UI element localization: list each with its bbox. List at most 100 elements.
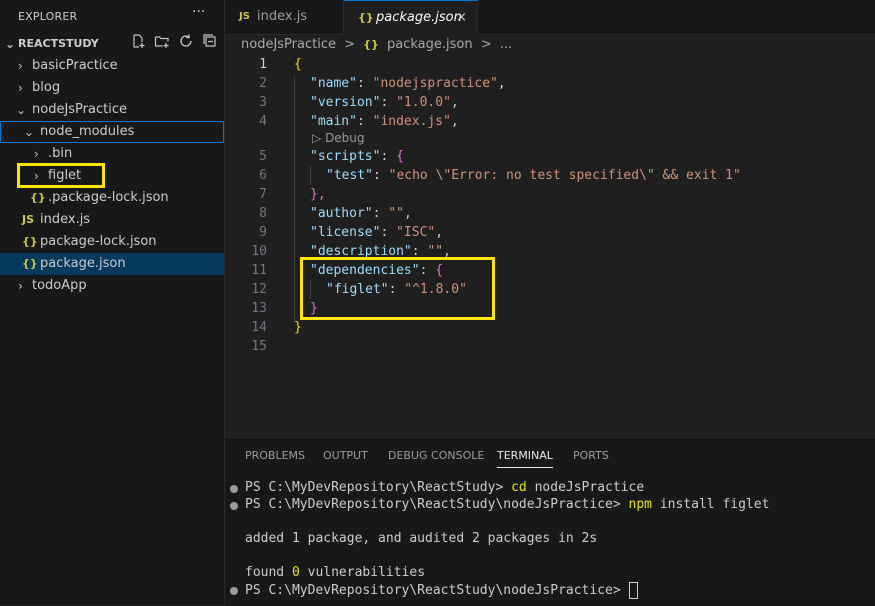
tree-file-hidden-package-lock[interactable]: {} .package-lock.json: [0, 187, 224, 209]
tree-label: nodeJsPractice: [32, 102, 127, 117]
panel-tab-problems[interactable]: PROBLEMS: [245, 449, 305, 467]
line-number: 8: [259, 206, 267, 221]
close-icon[interactable]: ×: [456, 1, 467, 35]
debug-codelens[interactable]: ▷ Debug: [312, 131, 365, 145]
json-value: "nodejspractice": [372, 76, 498, 91]
line-number: 5: [259, 149, 267, 164]
code-line: },: [310, 187, 326, 202]
json-file-icon: {}: [22, 257, 38, 270]
tree-label: .bin: [48, 146, 73, 161]
explorer-sidebar: EXPLORER ··· ⌄ REACTSTUDY › basicPractic…: [0, 0, 225, 605]
punct: ,: [450, 114, 459, 129]
vulnerability-count: 0: [291, 565, 300, 580]
code-line: "test": "echo \"Error: no test specified…: [326, 168, 741, 183]
brace: {: [396, 149, 404, 164]
json-key: "author": [310, 206, 373, 221]
code-line: "version": "1.0.0",: [310, 95, 459, 110]
punct: :: [380, 149, 397, 164]
chevron-right-icon: ›: [18, 81, 23, 95]
terminal-command: npm: [628, 497, 652, 512]
breadcrumb-file[interactable]: package.json: [387, 37, 473, 52]
indent-guide: [310, 166, 311, 185]
tab-label: index.js: [257, 9, 308, 24]
chevron-down-icon: ⌄: [5, 37, 16, 51]
tree-file-package-json[interactable]: {} package.json: [0, 253, 224, 275]
debug-play-icon: ▷: [312, 131, 322, 145]
command-decoration-icon[interactable]: [230, 587, 238, 595]
new-file-icon[interactable]: [130, 33, 146, 57]
panel-tab-ports[interactable]: PORTS: [573, 449, 609, 467]
punct: :: [356, 114, 373, 129]
panel-tab-output[interactable]: OUTPUT: [323, 449, 368, 467]
terminal-cursor: [628, 582, 638, 599]
more-actions-icon[interactable]: ···: [192, 4, 205, 20]
highlight-box-figlet: [17, 163, 105, 188]
line-number: 1: [259, 57, 267, 72]
code-line: }: [294, 320, 302, 335]
tab-label: package.json: [376, 10, 462, 25]
terminal-line: PS C:\MyDevRepository\ReactStudy> cd nod…: [245, 480, 644, 495]
terminal-command: cd: [511, 480, 527, 495]
line-number: 9: [259, 225, 267, 240]
line-number: 6: [259, 168, 267, 183]
tree-folder-bin[interactable]: › .bin: [0, 143, 224, 165]
brace: }: [294, 320, 302, 335]
new-folder-icon[interactable]: [154, 33, 170, 57]
punct: :: [356, 76, 373, 91]
json-key: "scripts": [310, 149, 381, 164]
terminal-args: install figlet: [652, 497, 770, 512]
punct: ,: [450, 95, 459, 110]
tab-index-js[interactable]: JS index.js: [225, 0, 344, 34]
terminal-line: found 0 vulnerabilities: [245, 565, 425, 580]
panel-tab-debug-console[interactable]: DEBUG CONSOLE: [388, 449, 484, 467]
tree-folder-todoapp[interactable]: › todoApp: [0, 275, 224, 297]
line-number: 10: [251, 244, 267, 259]
terminal-input-line[interactable]: PS C:\MyDevRepository\ReactStudy\nodeJsP…: [245, 582, 638, 599]
terminal-prompt: PS C:\MyDevRepository\ReactStudy\nodeJsP…: [245, 497, 629, 512]
line-number: 15: [251, 339, 267, 354]
line-number: 4: [259, 114, 267, 129]
chevron-down-icon: ⌄: [16, 103, 27, 117]
chevron-right-icon: ›: [34, 147, 39, 161]
chevron-right-icon: ›: [18, 59, 23, 73]
js-file-icon: JS: [22, 213, 35, 226]
refresh-icon[interactable]: [178, 33, 194, 57]
json-key: "name": [310, 76, 357, 91]
line-number: 3: [259, 95, 267, 110]
tree-folder-nodejspractice[interactable]: ⌄ nodeJsPractice: [0, 99, 224, 121]
code-line: "author": "",: [310, 206, 412, 221]
tree-file-package-lock[interactable]: {} package-lock.json: [0, 231, 224, 253]
indent-guide: [294, 76, 295, 322]
terminal-line: added 1 package, and audited 2 packages …: [245, 531, 598, 546]
json-file-icon: {}: [30, 191, 46, 204]
terminal-prompt: PS C:\MyDevRepository\ReactStudy>: [245, 480, 512, 495]
tree-file-index-js[interactable]: JS index.js: [0, 209, 224, 231]
terminal-text: found: [245, 565, 292, 580]
tab-package-json[interactable]: {} package.json ×: [344, 0, 478, 35]
json-key: "test": [326, 168, 373, 183]
breadcrumb-more[interactable]: ...: [500, 37, 512, 52]
breadcrumb-folder[interactable]: nodeJsPractice: [241, 37, 336, 52]
tree-folder-blog[interactable]: › blog: [0, 77, 224, 99]
tree-folder-basicpractice[interactable]: › basicPractice: [0, 55, 224, 77]
workspace-root-label: REACTSTUDY: [18, 37, 99, 50]
collapse-all-icon[interactable]: [202, 33, 218, 57]
code-line: "name": "nodejspractice",: [310, 76, 506, 91]
tree-label: index.js: [40, 212, 91, 227]
json-file-icon: {}: [358, 11, 374, 24]
command-decoration-icon[interactable]: [230, 485, 238, 493]
explorer-title: EXPLORER: [18, 10, 78, 23]
workspace-root[interactable]: ⌄ REACTSTUDY: [0, 33, 224, 55]
json-key: "version": [310, 95, 381, 110]
json-key: "license": [310, 225, 381, 240]
tree-folder-node-modules[interactable]: ⌄ node_modules: [0, 121, 224, 143]
json-value: "index.js": [372, 114, 451, 129]
punct: :: [380, 225, 397, 240]
punct: :: [372, 168, 389, 183]
tree-label: blog: [32, 80, 61, 95]
panel-tab-terminal[interactable]: TERMINAL: [497, 449, 553, 468]
tree-label: .package-lock.json: [48, 190, 169, 205]
json-value: "ISC": [396, 225, 436, 240]
code-line: "scripts": {: [310, 149, 404, 164]
command-decoration-icon[interactable]: [230, 502, 238, 510]
